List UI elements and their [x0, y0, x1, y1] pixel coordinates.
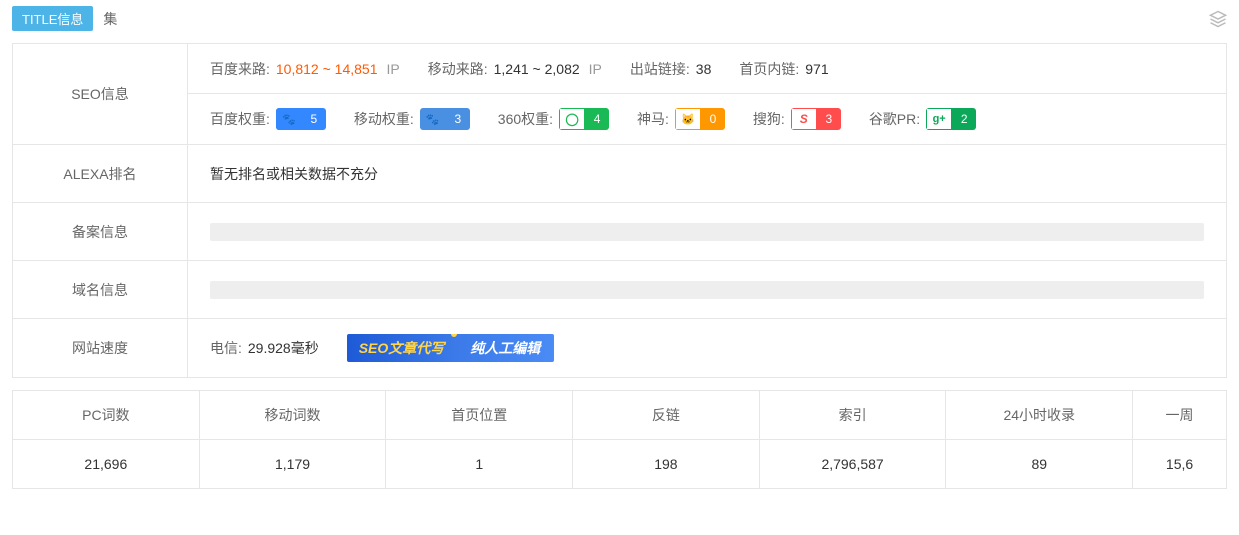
baidu-mobile-icon	[420, 108, 446, 130]
alexa-value: 暂无排名或相关数据不充分	[210, 164, 378, 184]
baidu-icon	[276, 108, 302, 130]
alexa-label: ALEXA排名	[13, 145, 188, 202]
outbound-links: 出站链接: 38	[630, 59, 711, 79]
sogou-weight[interactable]: 搜狗: 3	[753, 108, 841, 130]
title-header: TITLE信息 集	[0, 0, 1239, 37]
google-icon	[926, 108, 952, 130]
google-pr[interactable]: 谷歌PR: 2	[869, 108, 976, 130]
so360-weight[interactable]: 360权重: 4	[498, 108, 609, 130]
alexa-row: ALEXA排名 暂无排名或相关数据不充分	[13, 145, 1226, 203]
telecom-speed: 电信: 29.928毫秒	[210, 338, 319, 358]
stats-col[interactable]: 24小时收录89	[946, 391, 1133, 488]
speed-label: 网站速度	[13, 319, 188, 377]
mobile-weight[interactable]: 移动权重: 3	[354, 108, 470, 130]
beian-label: 备案信息	[13, 203, 188, 260]
baidu-traffic: 百度来路: 10,812 ~ 14,851 IP	[210, 59, 400, 79]
stats-col[interactable]: 首页位置1	[386, 391, 573, 488]
speed-row: 网站速度 电信: 29.928毫秒 SEO文章代写 纯人工编辑	[13, 319, 1226, 377]
seo-row: SEO信息 百度来路: 10,812 ~ 14,851 IP 移动来路: 1,2…	[13, 44, 1226, 145]
stats-col[interactable]: 一周15,6	[1133, 391, 1226, 488]
domain-value-redacted	[210, 281, 1204, 299]
shenma-icon	[675, 108, 701, 130]
stats-col[interactable]: 反链198	[573, 391, 760, 488]
domain-row: 域名信息	[13, 261, 1226, 319]
beian-row: 备案信息	[13, 203, 1226, 261]
internal-links: 首页内链: 971	[739, 59, 828, 79]
sogou-icon	[791, 108, 817, 130]
seo-label: SEO信息	[13, 44, 188, 144]
stats-col[interactable]: 移动词数1,179	[200, 391, 387, 488]
beian-value-redacted	[210, 223, 1204, 241]
mobile-traffic: 移动来路: 1,241 ~ 2,082 IP	[428, 59, 602, 79]
shenma-weight[interactable]: 神马: 0	[637, 108, 725, 130]
seo-weight-row: 百度权重: 5 移动权重: 3 360权重: 4 神马: 0 搜狗: 3	[188, 94, 1226, 144]
title-text: 集	[103, 9, 117, 29]
stats-col[interactable]: 索引2,796,587	[760, 391, 947, 488]
seo-ad-banner[interactable]: SEO文章代写 纯人工编辑	[347, 334, 555, 362]
layers-icon[interactable]	[1209, 10, 1227, 28]
domain-label: 域名信息	[13, 261, 188, 318]
seo-traffic-row: 百度来路: 10,812 ~ 14,851 IP 移动来路: 1,241 ~ 2…	[188, 44, 1226, 94]
stats-col[interactable]: PC词数21,696	[13, 391, 200, 488]
baidu-weight[interactable]: 百度权重: 5	[210, 108, 326, 130]
seo-info-table: SEO信息 百度来路: 10,812 ~ 14,851 IP 移动来路: 1,2…	[12, 43, 1227, 378]
so360-icon	[559, 108, 585, 130]
stats-table: PC词数21,696 移动词数1,179 首页位置1 反链198 索引2,796…	[12, 390, 1227, 489]
title-tag: TITLE信息	[12, 6, 93, 31]
